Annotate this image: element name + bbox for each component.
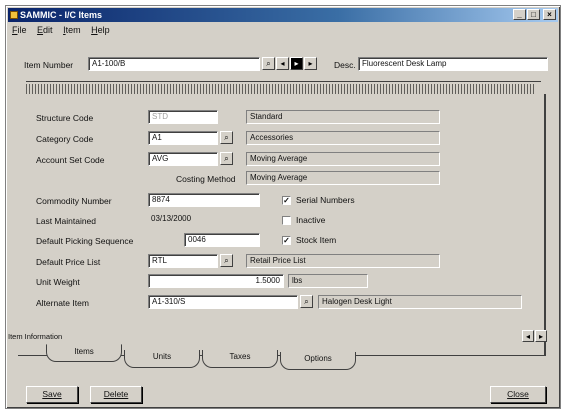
- item-number-input[interactable]: A1-100/B: [88, 57, 260, 71]
- tab-ruler: [26, 84, 536, 94]
- title-bar[interactable]: SAMMIC - I/C Items _ □ ×: [8, 8, 558, 22]
- alternate-item-label: Alternate Item: [36, 298, 89, 308]
- structure-code-label: Structure Code: [36, 113, 94, 123]
- price-list-finder-button[interactable]: ⌕: [220, 254, 233, 267]
- save-button-label: Save: [42, 389, 62, 399]
- next-item-button[interactable]: ▸: [304, 57, 317, 70]
- category-code-input[interactable]: A1: [148, 131, 218, 145]
- status-text: Item Information: [8, 332, 63, 341]
- alternate-item-desc: Halogen Desk Light: [318, 295, 522, 309]
- tab-units[interactable]: Units: [124, 350, 200, 368]
- app-icon: [10, 11, 18, 19]
- category-code-label: Category Code: [36, 134, 94, 144]
- default-picking-sequence-label: Default Picking Sequence: [36, 236, 134, 246]
- scroll-left-button[interactable]: ◂: [522, 330, 534, 342]
- unit-weight-label: Unit Weight: [36, 277, 80, 287]
- default-picking-sequence-input[interactable]: 0046: [184, 233, 260, 247]
- minimize-button[interactable]: _: [513, 9, 526, 20]
- costing-method-value: Moving Average: [246, 171, 440, 185]
- alternate-item-input[interactable]: A1-310/S: [148, 295, 298, 309]
- category-finder-button[interactable]: ⌕: [220, 131, 233, 144]
- scroll-right-button[interactable]: ▸: [535, 330, 547, 342]
- item-number-label: Item Number: [24, 60, 74, 70]
- account-set-code-input[interactable]: AVG: [148, 152, 218, 166]
- menu-file[interactable]: File: [8, 23, 31, 37]
- costing-method-label: Costing Method: [176, 174, 236, 184]
- structure-code-desc: Standard: [246, 110, 440, 124]
- default-price-list-label: Default Price List: [36, 257, 101, 267]
- category-code-desc: Accessories: [246, 131, 440, 145]
- last-maintained-value: 03/13/2000: [148, 213, 260, 227]
- serial-numbers-checkbox[interactable]: ✓: [282, 196, 291, 205]
- save-button[interactable]: Save: [26, 386, 78, 403]
- maximize-button[interactable]: □: [527, 9, 540, 20]
- close-button-label: Close: [507, 389, 529, 399]
- main-window: SAMMIC - I/C Items _ □ × File Edit Item …: [5, 5, 561, 409]
- window-title: SAMMIC - I/C Items: [20, 10, 103, 20]
- default-price-list-desc: Retail Price List: [246, 254, 440, 268]
- menu-edit[interactable]: Edit: [33, 23, 57, 37]
- unit-weight-input[interactable]: 1.5000: [148, 274, 284, 288]
- delete-button-label: Delete: [103, 389, 129, 399]
- inactive-label: Inactive: [296, 215, 326, 225]
- desc-input[interactable]: Fluorescent Desk Lamp: [358, 57, 548, 71]
- alternate-item-finder-button[interactable]: ⌕: [300, 295, 313, 308]
- account-set-code-desc: Moving Average: [246, 152, 440, 166]
- inactive-checkbox[interactable]: [282, 216, 291, 225]
- commodity-number-label: Commodity Number: [36, 196, 112, 206]
- navigate-item-button[interactable]: ▸: [290, 57, 303, 70]
- delete-button[interactable]: Delete: [90, 386, 142, 403]
- account-set-code-label: Account Set Code: [36, 155, 105, 165]
- tab-options[interactable]: Options: [280, 352, 356, 370]
- previous-item-button[interactable]: ◂: [276, 57, 289, 70]
- default-price-list-input[interactable]: RTL: [148, 254, 218, 268]
- tab-taxes[interactable]: Taxes: [202, 350, 278, 368]
- last-maintained-label: Last Maintained: [36, 216, 97, 226]
- menu-item[interactable]: Item: [59, 23, 85, 37]
- unit-weight-unit: lbs: [288, 274, 368, 288]
- account-set-finder-button[interactable]: ⌕: [220, 152, 233, 165]
- tab-items[interactable]: Items: [46, 344, 122, 362]
- stock-item-checkbox[interactable]: ✓: [282, 236, 291, 245]
- close-window-button[interactable]: ×: [543, 9, 556, 20]
- menu-help[interactable]: Help: [87, 23, 114, 37]
- close-button[interactable]: Close: [490, 386, 546, 403]
- structure-code-input[interactable]: STD: [148, 110, 218, 124]
- tab-panel-top-edge: [26, 81, 541, 82]
- stock-item-label: Stock Item: [296, 235, 337, 245]
- item-finder-button[interactable]: ⌕: [262, 57, 275, 70]
- desc-label: Desc.: [334, 60, 356, 70]
- commodity-number-input[interactable]: 8874: [148, 193, 260, 207]
- serial-numbers-label: Serial Numbers: [296, 195, 355, 205]
- menu-bar: File Edit Item Help: [8, 23, 558, 37]
